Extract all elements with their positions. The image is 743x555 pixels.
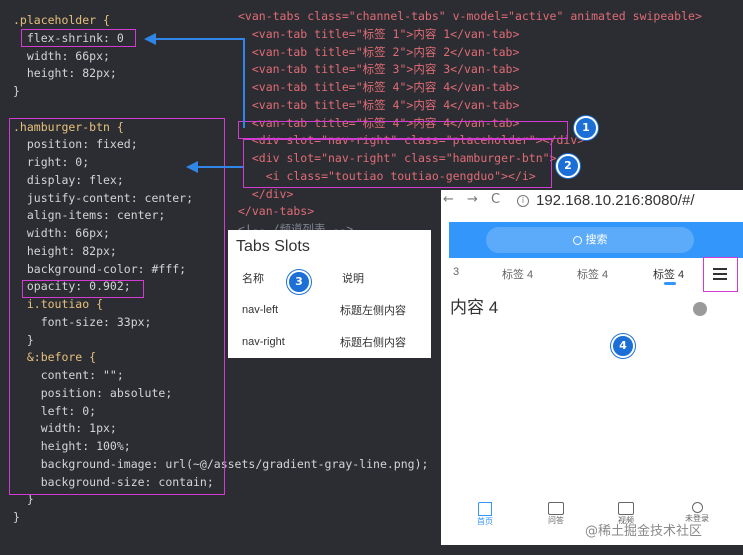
chat-icon <box>548 502 564 515</box>
code-line: </van-tabs> <box>238 204 315 219</box>
code-line: width: 66px; <box>13 48 110 63</box>
code-line: } <box>13 510 20 524</box>
arrow-1-top <box>155 38 245 40</box>
code-line: .placeholder { <box>13 13 110 27</box>
highlight-opacity <box>22 280 144 298</box>
url-text[interactable]: 192.168.10.216:8080/#/ <box>536 192 694 209</box>
tab-item[interactable]: 标签 4 <box>502 266 533 282</box>
code-line: <van-tab title="标签 2">内容 2</van-tab> <box>238 44 520 59</box>
tabbar-qa[interactable]: 问答 <box>536 502 576 526</box>
badge-1: 1 <box>574 116 598 140</box>
tab-item[interactable]: 3 <box>453 266 459 278</box>
badge-4: 4 <box>611 334 635 358</box>
tab-content: 内容 4 <box>450 298 499 317</box>
slots-header-name: 名称 <box>242 273 264 285</box>
slots-row-1-desc: 标题左侧内容 <box>340 305 406 317</box>
arrow-2-head <box>186 161 198 173</box>
code-line: height: 82px; <box>13 66 117 81</box>
code-line: <van-tabs class="channel-tabs" v-model="… <box>238 9 702 23</box>
tabbar-label: 问答 <box>548 516 564 525</box>
info-icon: i <box>517 195 529 207</box>
loading-dot <box>693 302 707 316</box>
tabbar-label: 首页 <box>477 517 493 526</box>
user-icon <box>691 502 703 513</box>
back-arrow-icon[interactable]: ← <box>443 192 454 207</box>
code-line: <van-tab title="标签 4">内容 4</van-tab> <box>238 97 520 112</box>
active-tab-underline <box>664 282 676 285</box>
search-icon <box>572 235 582 245</box>
arrow-1-horizontal <box>243 40 245 128</box>
app-header: 搜索 <box>449 222 743 258</box>
slots-header-desc: 说明 <box>342 273 364 285</box>
browser-address-bar: ← → C i 192.168.10.216:8080/#/ <box>441 190 743 212</box>
highlight-hamburger-block <box>9 118 225 495</box>
highlight-flex-shrink <box>21 29 136 47</box>
badge-2: 2 <box>556 154 580 178</box>
highlight-placeholder-div <box>238 121 568 139</box>
channel-tabs: 3 标签 4 标签 4 标签 4 <box>449 260 743 286</box>
mobile-preview: ← → C i 192.168.10.216:8080/#/ 搜索 3 标签 4… <box>441 190 743 545</box>
badge-3: 3 <box>287 270 311 294</box>
tab-item-active[interactable]: 标签 4 <box>653 266 684 282</box>
slots-row-2-name: nav-right <box>242 336 285 348</box>
hamburger-button[interactable] <box>703 257 738 292</box>
reload-icon[interactable]: C <box>491 192 500 207</box>
code-line: <van-tab title="标签 4">内容 4</van-tab> <box>238 80 520 94</box>
arrow-1-head <box>144 33 156 45</box>
code-line: <van-tab title="标签 3">内容 3</van-tab> <box>238 62 520 77</box>
code-line: } <box>13 84 20 98</box>
forward-arrow-icon[interactable]: → <box>467 192 478 207</box>
code-line: </div> <box>238 186 294 201</box>
watermark: @稀土掘金技术社区 <box>585 524 703 539</box>
slots-row-1-name: nav-left <box>242 304 279 316</box>
home-icon <box>478 502 492 516</box>
search-label: 搜索 <box>585 233 608 246</box>
slots-title: Tabs Slots <box>236 238 310 255</box>
tabs-slots-table: Tabs Slots 名称 说明 nav-left 标题左侧内容 nav-rig… <box>228 230 431 358</box>
search-button[interactable]: 搜索 <box>486 227 694 253</box>
tab-item[interactable]: 标签 4 <box>577 266 608 282</box>
menu-icon <box>713 268 727 280</box>
slots-row-2-desc: 标题右侧内容 <box>340 337 406 349</box>
video-icon <box>618 502 634 515</box>
highlight-hamburger-div <box>243 139 552 188</box>
code-line: <van-tab title="标签 1">内容 1</van-tab> <box>238 26 520 41</box>
tabbar-home[interactable]: 首页 <box>465 502 505 527</box>
arrow-2-line <box>197 166 243 168</box>
